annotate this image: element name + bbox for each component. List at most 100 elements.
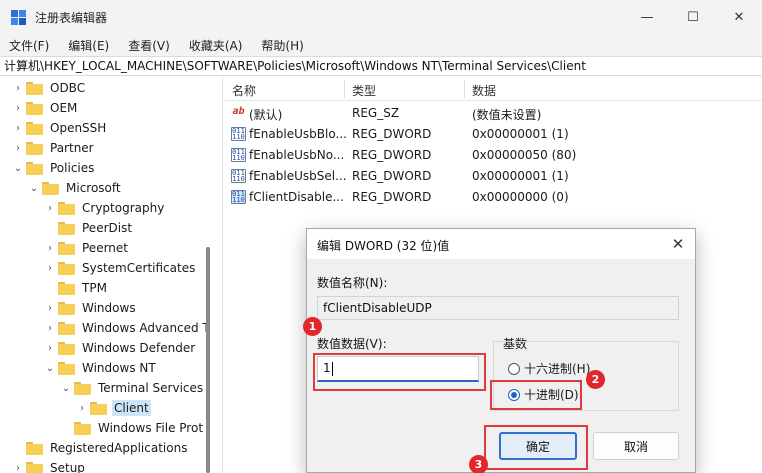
chevron-down-icon[interactable]: ⌄ [28,178,40,198]
close-button[interactable]: ✕ [716,0,762,34]
chevron-down-icon[interactable]: ⌄ [44,358,56,378]
registry-editor-icon [11,10,27,26]
value-name-label: 数值名称(N): [317,276,388,290]
folder-icon [26,461,43,473]
table-row[interactable]: 011 110 fClientDisable... REG_DWORD 0x000… [223,187,762,208]
string-value-icon: ab [232,106,245,117]
value-type: REG_DWORD [352,190,432,204]
tree-item-peernet[interactable]: › Peernet [44,238,130,258]
dialog-title: 编辑 DWORD (32 位)值 [317,239,450,253]
tree-item-microsoft[interactable]: ⌄ Microsoft [28,178,123,198]
tree-item-windows-nt[interactable]: ⌄ Windows NT [44,358,158,378]
table-row[interactable]: 011 110 fEnableUsbNo... REG_DWORD 0x00000… [223,145,762,166]
chevron-icon[interactable]: › [76,398,88,418]
chevron-down-icon[interactable]: ⌄ [12,158,24,178]
step-badge-2: 2 [586,370,605,389]
list-header: 名称 类型 数据 [223,77,762,101]
chevron-icon[interactable]: › [12,138,24,158]
chevron-icon[interactable]: › [44,198,56,218]
chevron-down-icon[interactable]: ⌄ [60,378,72,398]
menu-bar: 文件(F) 编辑(E) 查看(V) 收藏夹(A) 帮助(H) [0,34,762,56]
tree-item-odbc[interactable]: › ODBC [12,78,87,98]
column-separator[interactable] [464,80,465,98]
title-bar: 注册表编辑器 — ☐ ✕ [0,0,762,34]
folder-icon [26,141,43,155]
column-separator[interactable] [344,80,345,98]
tree-item-terminal-services[interactable]: ⌄ Terminal Services [60,378,205,398]
tree-item-openssh[interactable]: › OpenSSH [12,118,108,138]
tree-item-tpm[interactable]: TPM [44,278,109,298]
chevron-icon[interactable]: › [44,238,56,258]
folder-icon [58,261,75,275]
dialog-close-button[interactable]: ✕ [661,229,695,259]
folder-icon [26,441,43,455]
chevron-icon[interactable]: › [12,458,24,473]
tree-item-windows-defender[interactable]: › Windows Defender [44,338,197,358]
folder-icon [58,341,75,355]
binary-value-icon: 011 110 [231,190,246,204]
folder-icon [74,381,91,395]
menu-help[interactable]: 帮助(H) [258,36,306,55]
chevron-placeholder [44,278,56,298]
chevron-icon[interactable]: › [12,98,24,118]
column-header-name[interactable]: 名称 [232,82,256,99]
value-name: fClientDisable... [249,190,344,204]
folder-icon [42,181,59,195]
folder-icon [26,81,43,95]
tree-scrollbar[interactable] [206,247,210,473]
column-header-type[interactable]: 类型 [352,82,376,99]
value-data: 0x00000050 (80) [472,148,577,162]
value-name: fEnableUsbNo... [249,148,345,162]
folder-icon [26,121,43,135]
tree-item-peerdist[interactable]: PeerDist [44,218,134,238]
chevron-icon[interactable]: › [44,298,56,318]
folder-icon [58,201,75,215]
table-row[interactable]: 011 110 fEnableUsbSel... REG_DWORD 0x0000… [223,166,762,187]
tree-item-setup[interactable]: › Setup [12,458,87,473]
radio-off-icon[interactable] [508,362,520,375]
value-data: 0x00000000 (0) [472,190,569,204]
folder-icon [58,321,75,335]
column-header-data[interactable]: 数据 [472,82,496,99]
value-name: fEnableUsbSel... [249,169,347,183]
tree-item-policies[interactable]: ⌄ Policies [12,158,96,178]
folder-icon [26,101,43,115]
maximize-button[interactable]: ☐ [670,0,716,34]
chevron-icon[interactable]: › [12,118,24,138]
address-bar[interactable]: 计算机\HKEY_LOCAL_MACHINE\SOFTWARE\Policies… [0,56,762,76]
chevron-icon[interactable]: › [44,338,56,358]
value-type: REG_DWORD [352,169,432,183]
value-name-field: fClientDisableUDP [317,296,679,320]
radio-hexadecimal[interactable]: 十六进制(H) [508,360,590,377]
dialog-title-bar: 编辑 DWORD (32 位)值 ✕ [307,229,695,259]
tree-item-windows-advanced[interactable]: › Windows Advanced T [44,318,212,338]
tree-item-oem[interactable]: › OEM [12,98,79,118]
minimize-button[interactable]: — [624,0,670,34]
tree-item-cryptography[interactable]: › Cryptography [44,198,166,218]
cancel-button[interactable]: 取消 [593,432,679,460]
tree-item-windows-file-prot[interactable]: Windows File Prot [60,418,205,438]
value-name: fEnableUsbBlo... [249,127,347,141]
tree-item-systemcertificates[interactable]: › SystemCertificates [44,258,197,278]
menu-view[interactable]: 查看(V) [125,36,173,55]
key-tree[interactable]: › ODBC › OEM › OpenSSH › Partner ⌄ Policies ⌄… [0,77,215,473]
binary-value-icon: 011 110 [231,127,246,141]
menu-file[interactable]: 文件(F) [6,36,52,55]
tree-item-windows[interactable]: › Windows [44,298,138,318]
value-type: REG_DWORD [352,148,432,162]
tree-item-client[interactable]: › Client [76,398,151,418]
folder-icon [90,401,107,415]
menu-edit[interactable]: 编辑(E) [65,36,112,55]
highlight-decimal [490,380,582,410]
table-row[interactable]: 011 110 fEnableUsbBlo... REG_DWORD 0x0000… [223,124,762,145]
tree-item-registeredapplications[interactable]: RegisteredApplications [12,438,189,458]
tree-item-partner[interactable]: › Partner [12,138,96,158]
folder-icon [58,301,75,315]
chevron-icon[interactable]: › [12,78,24,98]
table-row[interactable]: ab (默认) REG_SZ (数值未设置) [223,103,762,124]
value-data-label: 数值数据(V): [317,337,387,351]
folder-icon [58,221,75,235]
menu-favorites[interactable]: 收藏夹(A) [186,36,246,55]
chevron-icon[interactable]: › [44,258,56,278]
chevron-icon[interactable]: › [44,318,56,338]
